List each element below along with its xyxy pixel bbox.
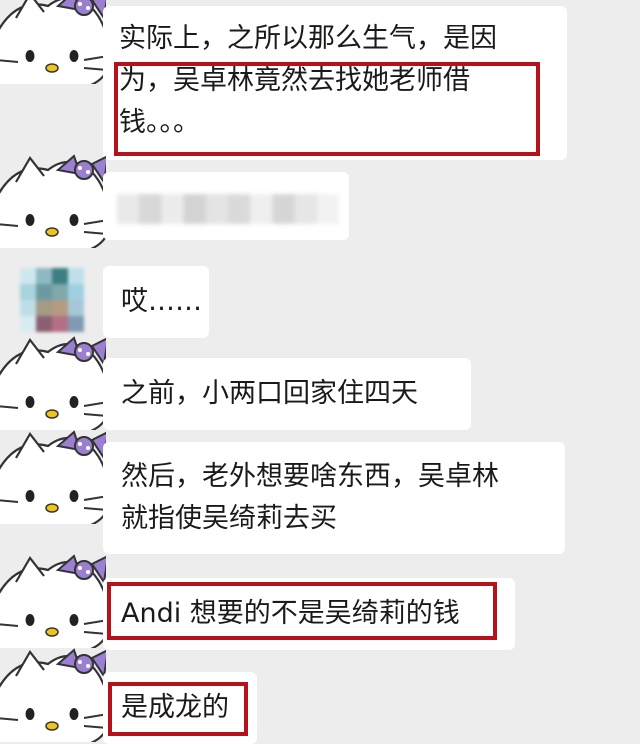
hello-kitty-icon[interactable] — [0, 0, 106, 84]
message-text: 之前，小两口回家住四天 — [121, 378, 418, 409]
hello-kitty-icon[interactable] — [0, 334, 106, 430]
hello-kitty-icon[interactable] — [0, 428, 106, 524]
message-bubble[interactable]: 之前，小两口回家住四天 — [103, 358, 471, 430]
message-line: 实际上，之所以那么生气，是因 — [119, 23, 497, 54]
message-bubble[interactable]: 然后，老外想要啥东西，吴卓林 就指使吴绮莉去买 — [103, 442, 565, 554]
hello-kitty-icon[interactable] — [0, 152, 106, 248]
highlight-box — [114, 62, 540, 156]
hello-kitty-icon[interactable] — [0, 646, 106, 742]
highlight-box — [108, 682, 248, 736]
message-line: 然后，老外想要啥东西，吴卓林 — [121, 461, 499, 492]
blurred-text — [117, 194, 339, 224]
pixelated-avatar-icon[interactable] — [20, 268, 84, 332]
highlight-box — [107, 582, 497, 640]
hello-kitty-icon[interactable] — [0, 552, 106, 648]
message-bubble[interactable]: 哎…… — [103, 266, 209, 338]
message-line: 就指使吴绮莉去买 — [121, 503, 337, 534]
blurred-message-bubble[interactable] — [103, 172, 349, 240]
message-text: 哎…… — [121, 286, 202, 317]
